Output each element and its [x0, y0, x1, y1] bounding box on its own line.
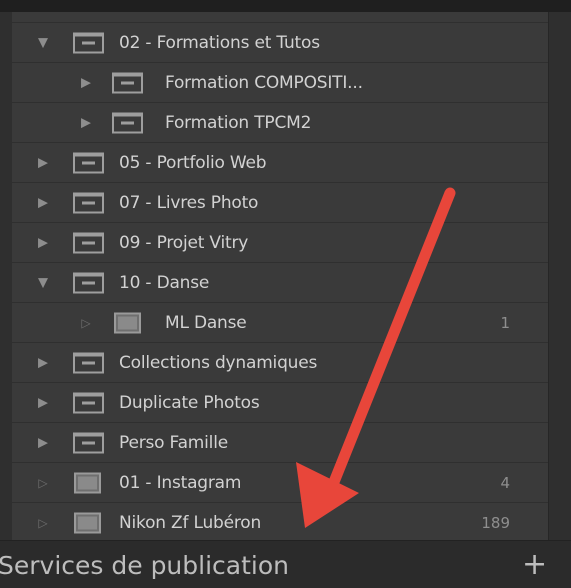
collection-row[interactable]: ▷ ML Danse 1: [12, 302, 548, 342]
collection-set-icon: [73, 192, 104, 213]
collection-label: Duplicate Photos: [119, 392, 260, 413]
expand-triangle-right-icon[interactable]: ▶: [79, 116, 93, 129]
expand-hollow-triangle-right-icon[interactable]: ▷: [36, 517, 50, 529]
collection-set-icon: [73, 272, 104, 293]
expand-hollow-triangle-right-icon[interactable]: ▷: [79, 317, 93, 329]
collection-row[interactable]: ▶ 07 - Livres Photo: [12, 182, 548, 222]
collection-set-icon: [112, 72, 143, 93]
collection-label: 10 - Danse: [119, 272, 210, 293]
collection-set-icon: [73, 232, 104, 253]
top-bar: [0, 0, 571, 12]
collection-row[interactable]: ▶ Duplicate Photos: [12, 382, 548, 422]
expand-triangle-right-icon[interactable]: ▶: [36, 196, 50, 209]
collection-label: Nikon Zf Lubéron: [119, 512, 262, 533]
collection-label: ML Danse: [165, 312, 247, 333]
collection-set-icon: [73, 432, 104, 453]
expand-triangle-down-icon[interactable]: ▼: [36, 36, 50, 49]
expand-triangle-right-icon[interactable]: ▶: [36, 356, 50, 369]
collection-set-icon: [73, 352, 104, 373]
collection-icon: [74, 512, 101, 533]
collection-row[interactable]: ▼ 02 - Formations et Tutos: [12, 22, 548, 62]
collection-label: 09 - Projet Vitry: [119, 232, 249, 253]
collection-label: 07 - Livres Photo: [119, 192, 259, 213]
publish-services-header[interactable]: Services de publication +: [0, 540, 571, 588]
collection-count: 4: [500, 473, 510, 492]
collection-label: Formation TPCM2: [165, 112, 312, 133]
collection-row[interactable]: ▶ Formation TPCM2: [12, 102, 548, 142]
collection-label: Perso Famille: [119, 432, 228, 453]
collection-row[interactable]: ▷ 01 - Instagram 4: [12, 462, 548, 502]
collection-count: 1: [500, 313, 510, 332]
collection-row[interactable]: ▶ Perso Famille: [12, 422, 548, 462]
expand-triangle-right-icon[interactable]: ▶: [36, 436, 50, 449]
collection-count: 189: [481, 513, 510, 532]
expand-triangle-right-icon[interactable]: ▶: [79, 76, 93, 89]
collection-label: Collections dynamiques: [119, 352, 318, 373]
collection-label: 02 - Formations et Tutos: [119, 32, 320, 53]
expand-triangle-right-icon[interactable]: ▶: [36, 156, 50, 169]
expand-hollow-triangle-right-icon[interactable]: ▷: [36, 477, 50, 489]
collection-row[interactable]: ▶ Collections dynamiques: [12, 342, 548, 382]
collection-label: 05 - Portfolio Web: [119, 152, 267, 173]
collection-icon: [114, 312, 141, 333]
collection-set-icon: [112, 112, 143, 133]
collection-label: 01 - Instagram: [119, 472, 242, 493]
expand-triangle-right-icon[interactable]: ▶: [36, 396, 50, 409]
expand-triangle-right-icon[interactable]: ▶: [36, 236, 50, 249]
collection-label: Formation COMPOSITI...: [165, 72, 363, 93]
collection-set-icon: [73, 152, 104, 173]
expand-triangle-down-icon[interactable]: ▼: [36, 276, 50, 289]
publish-services-title: Services de publication: [0, 551, 289, 580]
collection-row[interactable]: ▶ 09 - Projet Vitry: [12, 222, 548, 262]
collection-row[interactable]: ▼ 10 - Danse: [12, 262, 548, 302]
collection-set-icon: [73, 32, 104, 53]
collection-set-icon: [73, 392, 104, 413]
collection-row[interactable]: ▷ Nikon Zf Lubéron 189: [12, 502, 548, 542]
add-publish-service-button[interactable]: +: [522, 547, 547, 582]
collection-row[interactable]: ▶ 05 - Portfolio Web: [12, 142, 548, 182]
collection-row[interactable]: ▶ Formation COMPOSITI...: [12, 62, 548, 102]
collection-icon: [74, 472, 101, 493]
